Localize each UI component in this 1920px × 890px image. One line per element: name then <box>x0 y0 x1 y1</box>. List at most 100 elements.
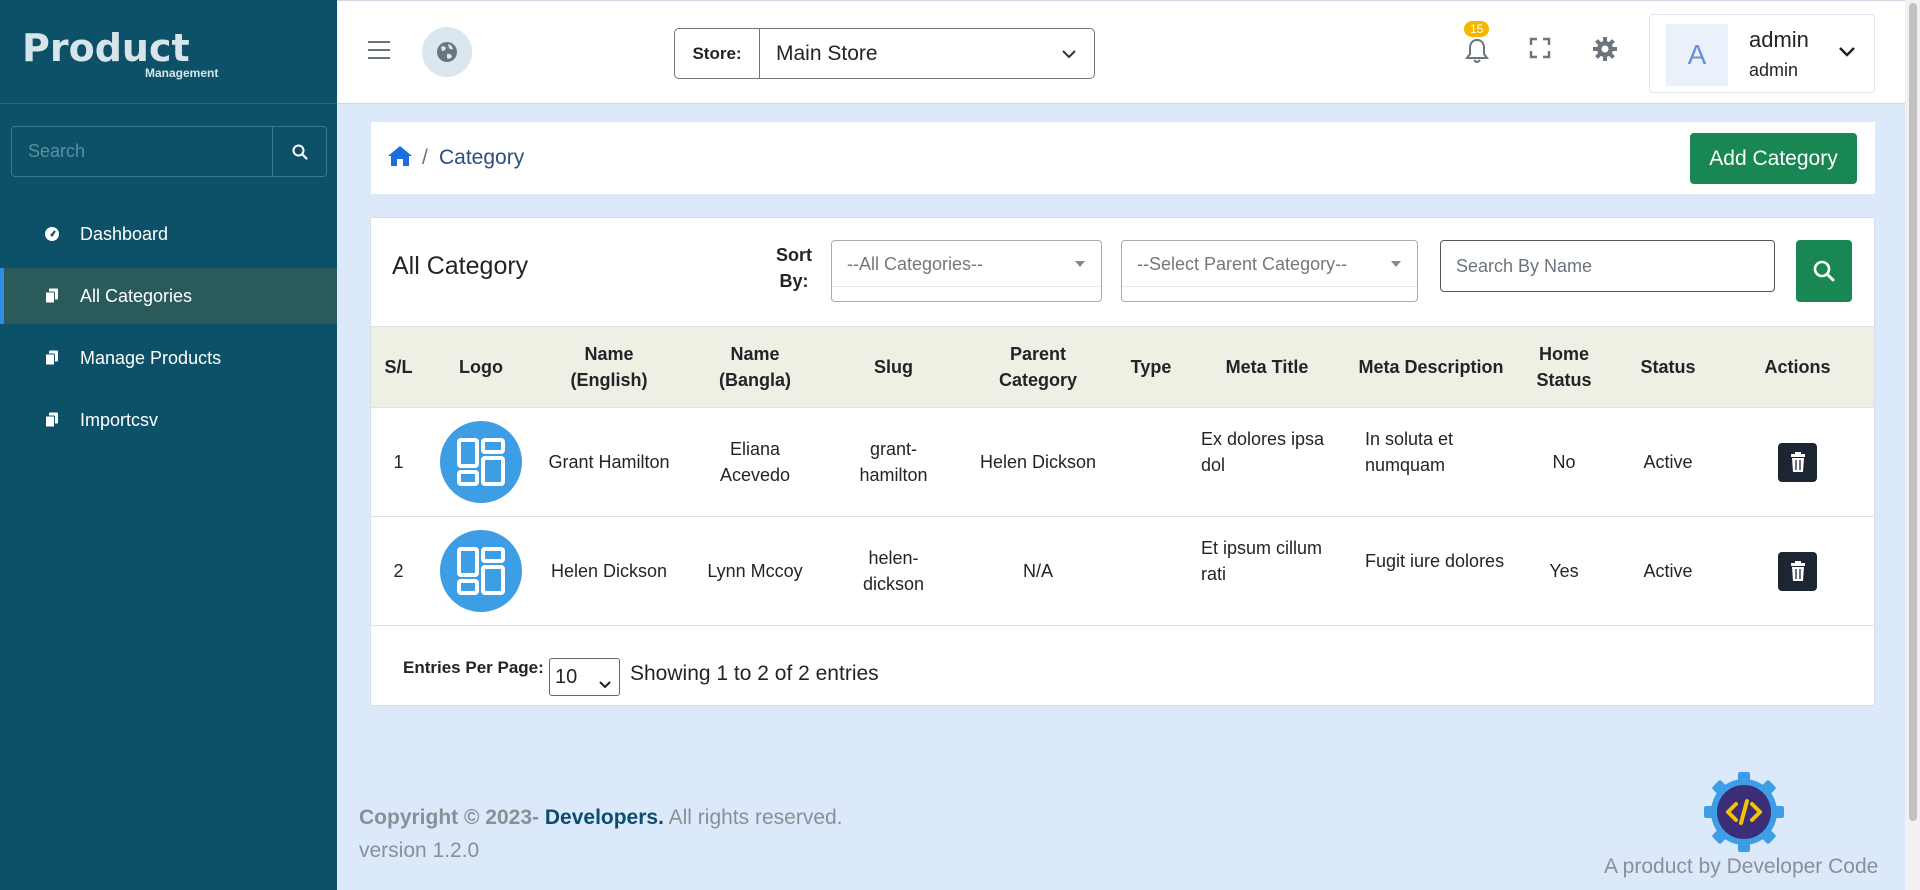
breadcrumb-current: Category <box>439 146 525 169</box>
search-icon <box>1813 260 1835 282</box>
logo-subtitle: Management <box>145 66 219 80</box>
parent-category-select[interactable]: --Select Parent Category-- <box>1121 240 1418 302</box>
sidebar-item-all-categories[interactable]: All Categories <box>0 268 337 324</box>
search-by-name-field <box>1440 240 1775 292</box>
copy-icon <box>43 412 61 428</box>
cell-status: Active <box>1643 561 1693 581</box>
showing-entries-text: Showing 1 to 2 of 2 entries <box>630 662 879 685</box>
col-meta-description: Meta Description <box>1358 357 1504 377</box>
sidebar-search-input[interactable] <box>12 127 272 176</box>
chevron-down-icon <box>599 672 611 695</box>
cell-logo <box>426 517 536 626</box>
cell-meta-description: In soluta et numquam <box>1365 429 1454 475</box>
cell-actions <box>1721 408 1874 517</box>
page-scrollbar[interactable] <box>1905 0 1920 890</box>
cell-slug: helen-dickson <box>862 548 925 594</box>
add-category-button[interactable]: Add Category <box>1690 133 1857 184</box>
cell-status: Active <box>1643 452 1693 472</box>
delete-button[interactable] <box>1778 551 1817 591</box>
fullscreen-icon[interactable] <box>1529 37 1551 64</box>
cell-name-bangla: Lynn Mccoy <box>707 561 803 581</box>
menu-toggle-icon[interactable] <box>368 41 390 65</box>
cell-name-bangla: Eliana Acevedo <box>719 439 791 485</box>
trash-icon <box>1790 452 1805 472</box>
table-header: S/L Logo Name (English) Name (Bangla) Slug… <box>371 326 1874 408</box>
version-text: version 1.2.0 <box>359 839 480 862</box>
chevron-down-icon <box>1044 29 1094 78</box>
col-parent-category: Parent Category <box>998 344 1078 390</box>
top-bar: Store: Main Store 15 A admin admin <box>337 0 1920 104</box>
sort-label-line-2: By: <box>779 271 809 291</box>
user-name: admin <box>1749 27 1809 52</box>
avatar: A <box>1666 24 1728 86</box>
cell-type <box>1117 408 1185 517</box>
sidebar-item-dashboard[interactable]: Dashboard <box>0 206 337 262</box>
globe-icon[interactable] <box>422 27 472 77</box>
category-filter-value: --All Categories-- <box>847 254 984 274</box>
parent-category-value: --Select Parent Category-- <box>1137 254 1348 274</box>
cell-logo <box>426 408 536 517</box>
caret-down-icon <box>1075 261 1085 267</box>
sidebar-item-importcsv[interactable]: Importcsv <box>0 392 337 448</box>
col-name-bangla: Name (Bangla) <box>719 344 791 390</box>
cell-meta-title: Et ipsum cillum rati <box>1201 538 1323 584</box>
sidebar-item-label: Dashboard <box>80 223 169 244</box>
table-row: 2 Helen Dickson Lynn Mccoy helen-dickson… <box>371 517 1874 626</box>
sidebar: Product Management Dashboard All Categor… <box>0 0 337 890</box>
delete-button[interactable] <box>1778 442 1817 482</box>
cell-slug: grant-hamilton <box>859 439 928 485</box>
developer-code-logo <box>1703 771 1785 858</box>
sidebar-divider <box>0 103 337 104</box>
sidebar-search-button[interactable] <box>272 127 326 176</box>
developer-link[interactable]: Developers. <box>545 806 664 829</box>
trash-icon <box>1790 561 1805 581</box>
bell-icon[interactable] <box>1465 37 1499 71</box>
cell-home-status: Yes <box>1549 561 1579 581</box>
copyright-prefix: Copyright © 2023- <box>359 806 540 829</box>
sidebar-item-label: Importcsv <box>80 409 159 430</box>
cell-home-status: No <box>1552 452 1576 472</box>
sidebar-nav: Dashboard All Categories Manage Products… <box>0 206 337 454</box>
sort-by-label: Sort By: <box>769 242 819 294</box>
user-role: admin <box>1749 60 1799 80</box>
user-menu[interactable]: A admin admin <box>1649 14 1875 93</box>
cell-meta-description: Fugit iure dolores <box>1365 551 1505 571</box>
copyright-text: Copyright © 2023- Developers. All rights… <box>359 806 843 830</box>
col-meta-title: Meta Title <box>1225 357 1309 377</box>
category-table: S/L Logo Name (English) Name (Bangla) Slug… <box>371 326 1874 626</box>
gauge-icon <box>43 226 61 242</box>
cell-actions <box>1721 517 1874 626</box>
cell-parent-category: N/A <box>1022 561 1053 581</box>
search-by-name-input[interactable] <box>1441 241 1774 291</box>
entries-per-page-label: Entries Per Page: <box>403 658 544 677</box>
store-selector[interactable]: Store: Main Store <box>674 28 1095 79</box>
sidebar-item-label: Manage Products <box>80 347 222 368</box>
breadcrumb-separator: / <box>422 146 428 169</box>
col-type: Type <box>1130 357 1172 377</box>
sidebar-item-manage-products[interactable]: Manage Products <box>0 330 337 386</box>
col-slug: Slug <box>874 357 913 377</box>
entries-per-page-value: 10 <box>555 665 578 688</box>
select-underline <box>1122 286 1417 287</box>
sort-label-line-1: Sort <box>776 245 812 265</box>
category-card: All Category Sort By: --All Categories--… <box>370 217 1875 706</box>
breadcrumb: / Category Add Category <box>371 122 1875 194</box>
caret-down-icon <box>1391 261 1401 267</box>
page-title: All Category <box>392 252 529 280</box>
scrollbar-thumb[interactable] <box>1909 3 1917 821</box>
copy-icon <box>43 288 61 304</box>
select-underline <box>832 286 1101 287</box>
category-logo-image <box>440 530 522 612</box>
search-button[interactable] <box>1796 240 1852 302</box>
category-filter-select[interactable]: --All Categories-- <box>831 240 1102 302</box>
cell-name-english: Grant Hamilton <box>548 452 670 472</box>
product-by-text: A product by Developer Code <box>1604 855 1879 878</box>
search-icon <box>292 144 308 160</box>
home-icon[interactable] <box>387 144 413 173</box>
notification-badge: 15 <box>1464 21 1490 37</box>
cell-sl: 1 <box>393 452 404 472</box>
gear-icon[interactable] <box>1592 36 1618 67</box>
col-actions: Actions <box>1764 357 1831 377</box>
app-logo[interactable]: Product Management <box>22 28 218 80</box>
entries-per-page-select[interactable]: 10 <box>549 658 620 696</box>
